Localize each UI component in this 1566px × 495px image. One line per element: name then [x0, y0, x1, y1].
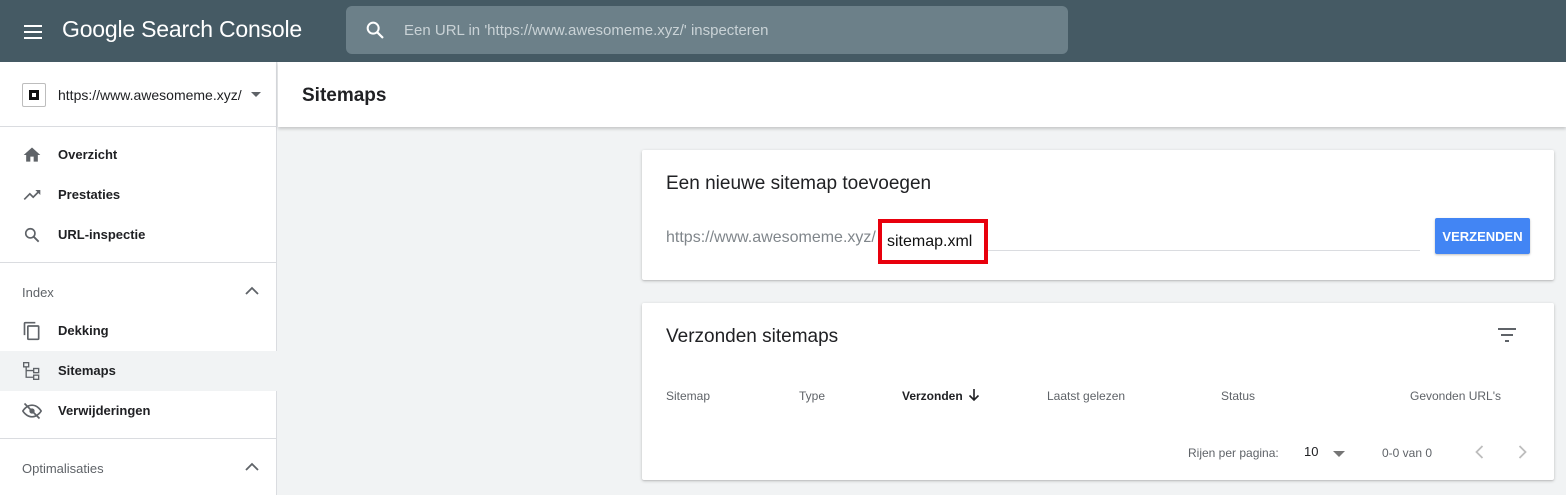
- url-inspect-search[interactable]: [346, 6, 1068, 54]
- pagination-range: 0-0 van 0: [1382, 446, 1433, 460]
- column-header-verzonden[interactable]: Verzonden: [902, 389, 963, 403]
- sidebar-item-label: Dekking: [58, 323, 109, 338]
- column-header-type[interactable]: Type: [799, 389, 825, 403]
- card-title: Een nieuwe sitemap toevoegen: [666, 173, 932, 194]
- sidebar-item-overzicht[interactable]: Overzicht: [0, 135, 277, 175]
- app-logo[interactable]: Google Search Console: [62, 16, 302, 43]
- sidebar-item-dekking[interactable]: Dekking: [0, 311, 277, 351]
- search-input[interactable]: [404, 6, 1054, 54]
- column-header-laatst-gelezen[interactable]: Laatst gelezen: [1047, 389, 1125, 403]
- sitemap-url-input[interactable]: [878, 219, 988, 264]
- filter-icon[interactable]: [1495, 323, 1519, 347]
- card-title: Verzonden sitemaps: [666, 326, 839, 347]
- sidebar-item-verwijderingen[interactable]: Verwijderingen: [0, 391, 277, 431]
- sidebar-item-label: Verwijderingen: [58, 403, 151, 418]
- submit-button[interactable]: VERZENDEN: [1435, 218, 1530, 254]
- section-label: Optimalisaties: [22, 461, 104, 476]
- search-icon[interactable]: [364, 19, 386, 41]
- section-index[interactable]: Index: [0, 262, 277, 318]
- property-icon: [22, 83, 46, 107]
- page-title: Sitemaps: [302, 85, 387, 106]
- section-optimalisaties[interactable]: Optimalisaties: [0, 438, 277, 494]
- menu-icon[interactable]: [22, 20, 46, 44]
- rows-per-page-label: Rijen per pagina:: [1188, 446, 1279, 460]
- sidebar: https://www.awesomeme.xyz/ Overzicht Pre…: [0, 62, 277, 495]
- sidebar-item-sitemaps[interactable]: Sitemaps: [0, 351, 277, 391]
- top-app-bar: Google Search Console: [0, 0, 1566, 62]
- add-sitemap-card: Een nieuwe sitemap toevoegen https://www…: [642, 150, 1554, 280]
- sidebar-item-label: Overzicht: [58, 147, 118, 162]
- arrow-down-icon[interactable]: [967, 387, 981, 403]
- trending-up-icon: [23, 190, 41, 200]
- property-selector[interactable]: https://www.awesomeme.xyz/: [0, 62, 277, 127]
- chevron-right-icon[interactable]: [1512, 441, 1532, 463]
- rows-per-page-select[interactable]: 10: [1304, 444, 1318, 459]
- page-header: Sitemaps: [278, 62, 1566, 127]
- column-header-status[interactable]: Status: [1221, 389, 1255, 403]
- column-header-gevonden-urls[interactable]: Gevonden URL's: [1410, 389, 1501, 403]
- dropdown-caret-icon[interactable]: [1333, 451, 1345, 457]
- column-header-sitemap[interactable]: Sitemap: [666, 389, 710, 403]
- sitemap-url-prefix: https://www.awesomeme.xyz/: [666, 229, 876, 246]
- sidebar-item-url-inspectie[interactable]: URL-inspectie: [0, 215, 277, 255]
- submitted-sitemaps-card: Verzonden sitemaps Sitemap Type Verzonde…: [642, 303, 1554, 480]
- section-label: Index: [22, 285, 54, 300]
- file-copy-icon: [23, 321, 40, 341]
- sidebar-item-prestaties[interactable]: Prestaties: [0, 175, 277, 215]
- sidebar-item-label: Sitemaps: [58, 363, 116, 378]
- sidebar-item-label: URL-inspectie: [58, 227, 146, 242]
- sidebar-item-label: Prestaties: [58, 187, 121, 202]
- sitemap-icon: [23, 362, 40, 380]
- search-icon: [24, 227, 40, 243]
- chevron-up-icon[interactable]: [244, 285, 260, 297]
- chevron-up-icon[interactable]: [244, 461, 260, 473]
- chevron-left-icon[interactable]: [1470, 441, 1490, 463]
- visibility-off-icon: [22, 402, 42, 420]
- dropdown-caret-icon[interactable]: [251, 92, 261, 97]
- property-url: https://www.awesomeme.xyz/: [58, 87, 242, 103]
- home-icon: [23, 147, 41, 162]
